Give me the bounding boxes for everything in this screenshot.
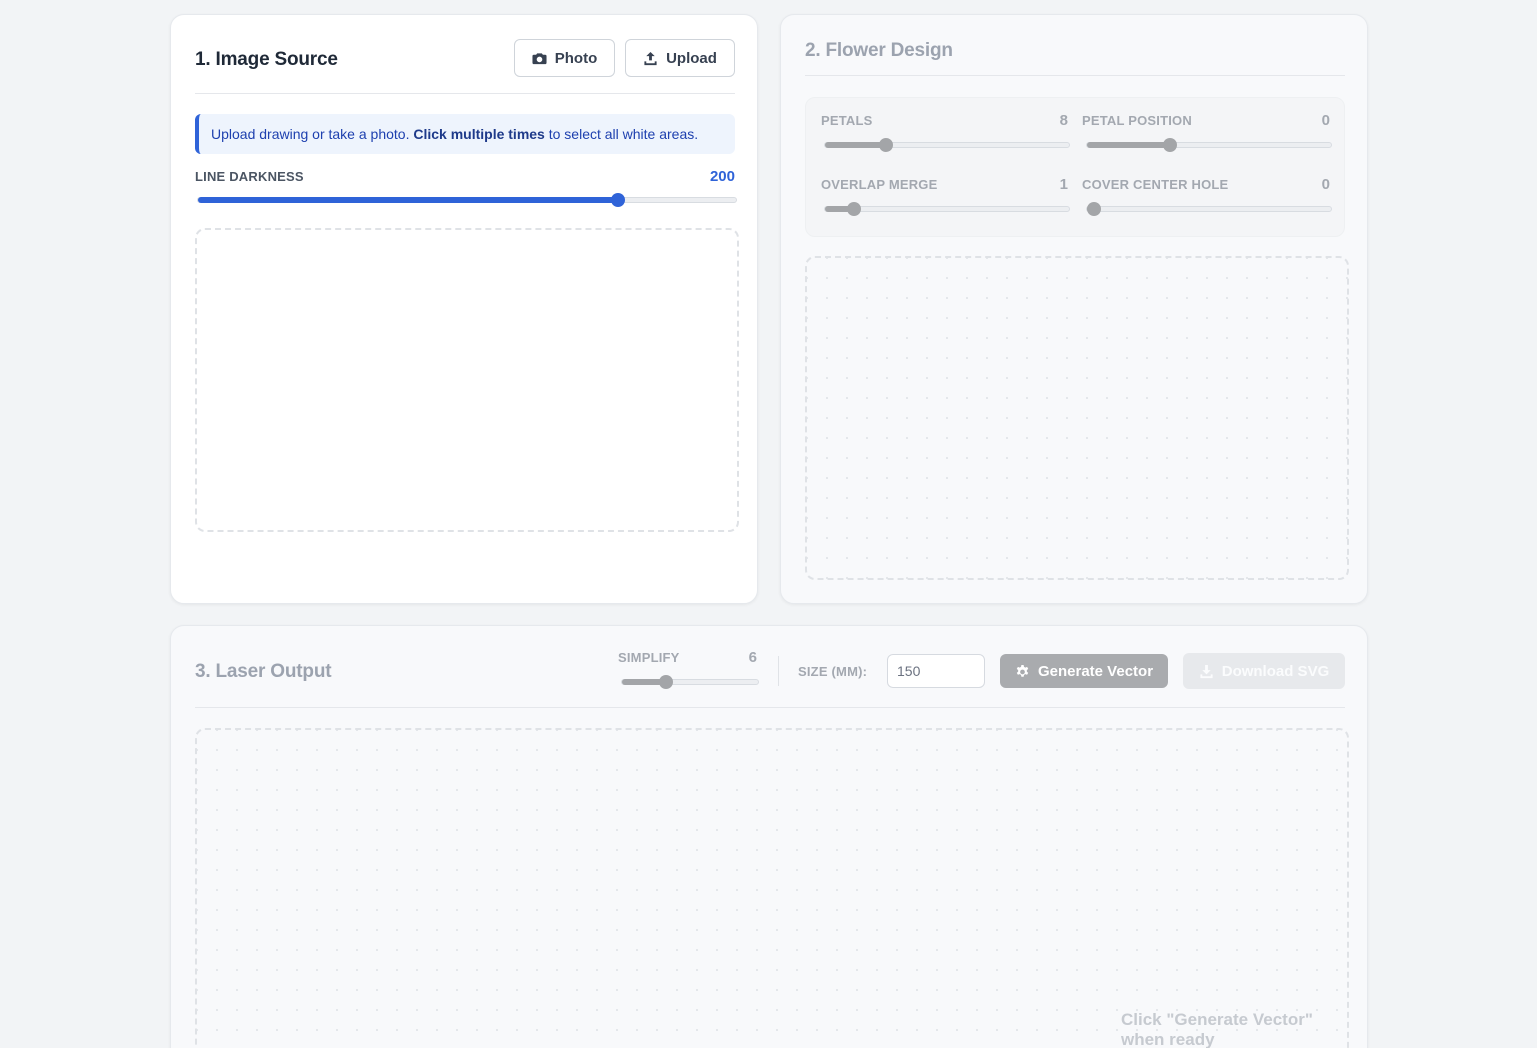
info-text: Upload drawing or take a photo. Click mu… — [211, 126, 699, 142]
upload-button[interactable]: Upload — [625, 39, 735, 77]
cover-center-hole-value: 0 — [1321, 176, 1330, 193]
cover-center-hole-label: COVER CENTER HOLE — [1082, 177, 1229, 192]
petal-position-label: PETAL POSITION — [1082, 113, 1192, 128]
camera-icon — [532, 52, 547, 64]
petal-position-value: 0 — [1321, 112, 1330, 129]
flower-preview-canvas[interactable] — [805, 256, 1349, 580]
download-svg-button[interactable]: Download SVG — [1183, 653, 1345, 689]
petal-position-fill — [1087, 142, 1170, 148]
flower-controls-panel: PETALS 8 PETAL POSITION 0 OVERLAP MERGE … — [805, 97, 1345, 237]
cover-center-hole-slider[interactable] — [1086, 202, 1332, 216]
petals-slider[interactable] — [824, 138, 1070, 152]
toolbar-separator — [778, 656, 779, 686]
line-darkness-label: LINE DARKNESS — [195, 169, 304, 184]
download-icon — [1200, 664, 1213, 678]
petal-position-slider[interactable] — [1086, 138, 1332, 152]
size-input[interactable] — [887, 654, 985, 688]
line-darkness-fill — [198, 197, 618, 203]
simplify-label: SIMPLIFY — [618, 650, 680, 665]
overlap-merge-value: 1 — [1059, 176, 1068, 193]
upload-icon — [644, 51, 657, 65]
petals-label: PETALS — [821, 113, 873, 128]
petals-thumb[interactable] — [879, 138, 893, 152]
overlap-merge-thumb[interactable] — [847, 202, 862, 216]
image-source-divider — [195, 93, 735, 94]
line-darkness-thumb[interactable] — [610, 193, 625, 207]
petal-position-thumb[interactable] — [1162, 138, 1177, 152]
size-label: SIZE (MM): — [798, 664, 868, 679]
simplify-thumb[interactable] — [658, 675, 673, 689]
image-source-card: 1. Image Source Photo Upload Upload draw… — [170, 14, 758, 604]
flower-design-title: 2. Flower Design — [805, 40, 953, 61]
line-darkness-slider[interactable] — [197, 193, 737, 207]
laser-output-card: 3. Laser Output SIMPLIFY 6 SIZE (MM): Ge… — [170, 625, 1368, 1048]
generate-vector-button[interactable]: Generate Vector — [1000, 654, 1168, 688]
overlap-merge-label: OVERLAP MERGE — [821, 177, 938, 192]
line-darkness-value: 200 — [709, 168, 735, 185]
image-dropzone[interactable] — [195, 228, 739, 532]
generate-vector-label: Generate Vector — [1037, 662, 1154, 680]
upload-button-label: Upload — [666, 49, 717, 67]
photo-button-label: Photo — [554, 49, 598, 67]
photo-button[interactable]: Photo — [514, 39, 615, 77]
generate-hint: Click "Generate Vector" when ready — [1121, 1010, 1313, 1048]
flower-design-divider — [805, 75, 1345, 76]
cover-center-hole-thumb[interactable] — [1087, 202, 1102, 216]
petals-fill — [825, 142, 886, 148]
gear-icon — [1016, 664, 1029, 677]
download-svg-label: Download SVG — [1221, 662, 1330, 680]
simplify-slider[interactable] — [621, 675, 759, 689]
image-source-title: 1. Image Source — [195, 49, 338, 70]
laser-output-canvas[interactable] — [195, 728, 1349, 1048]
info-banner: Upload drawing or take a photo. Click mu… — [195, 114, 735, 154]
flower-design-card: 2. Flower Design PETALS 8 PETAL POSITION… — [780, 14, 1368, 604]
simplify-value: 6 — [748, 649, 757, 666]
laser-output-divider — [195, 707, 1345, 708]
laser-output-title: 3. Laser Output — [195, 661, 332, 682]
petals-value: 8 — [1059, 112, 1068, 129]
overlap-merge-slider[interactable] — [824, 202, 1070, 216]
